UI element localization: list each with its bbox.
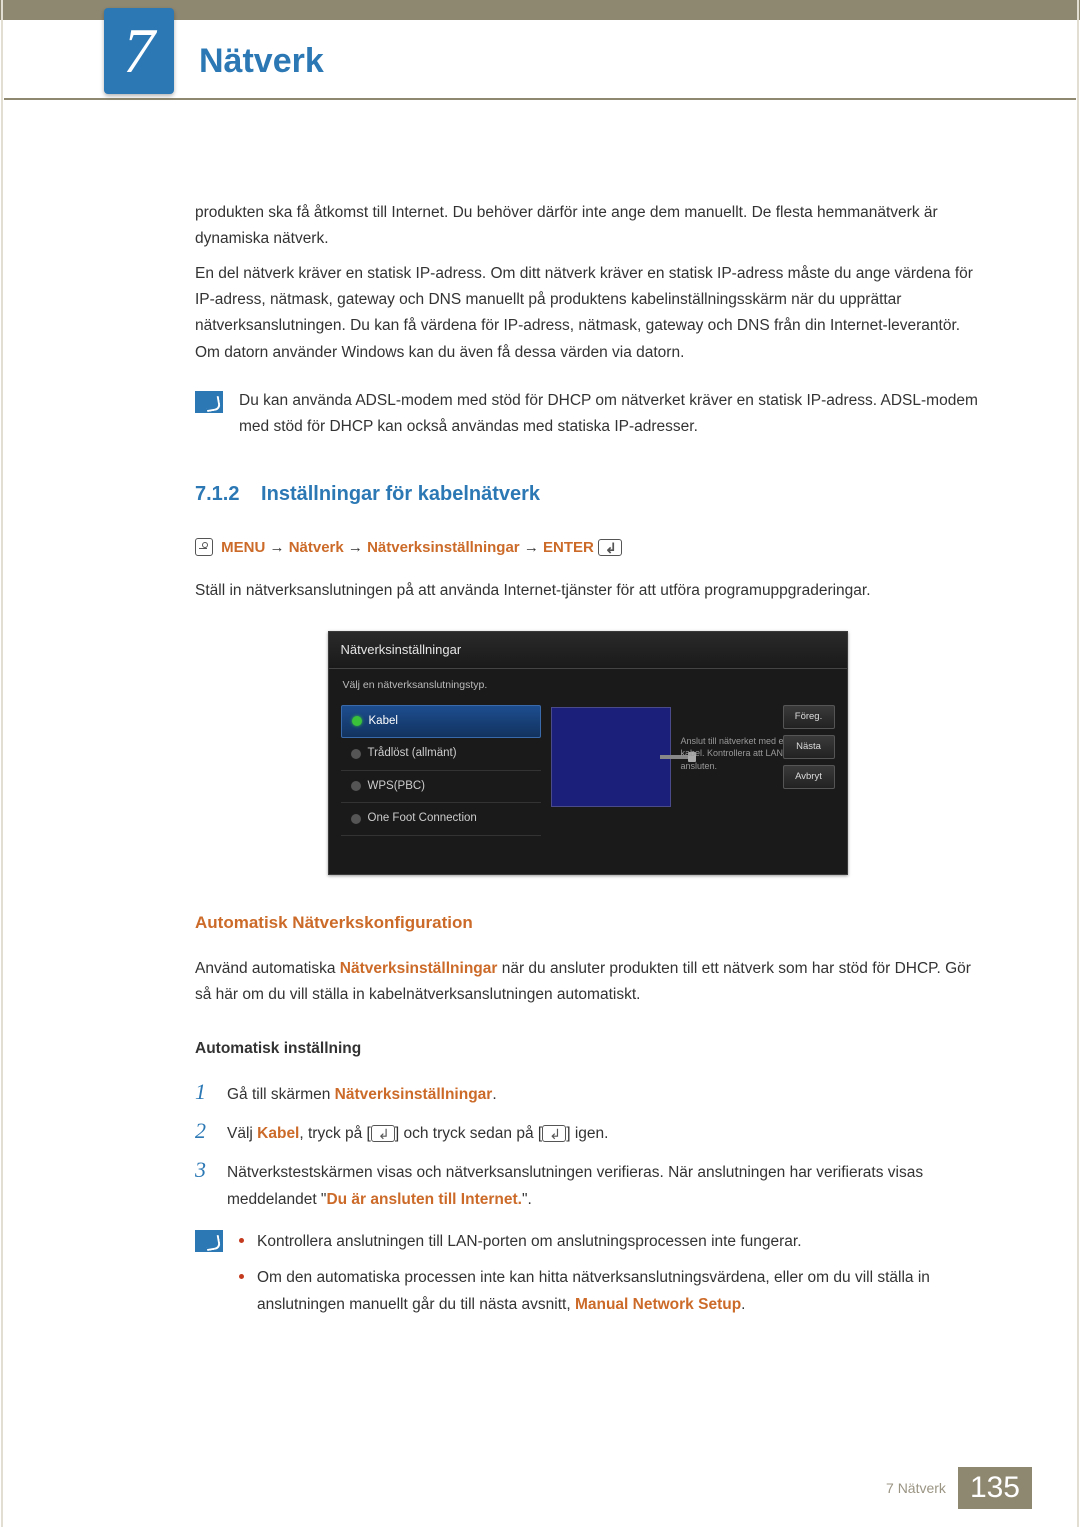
enter-icon xyxy=(598,539,622,556)
footer-label: 7 Nätverk xyxy=(886,1480,946,1496)
next-button[interactable]: Nästa xyxy=(783,735,835,759)
note-block-1: Du kan använda ADSL-modem med stöd för D… xyxy=(195,388,980,441)
enter-label: ENTER xyxy=(543,539,594,556)
radio-icon xyxy=(351,814,361,824)
text: Gå till skärmen xyxy=(227,1086,335,1103)
dialog-buttons: Föreg. Nästa Avbryt xyxy=(783,705,835,795)
radio-icon xyxy=(351,781,361,791)
remote-icon xyxy=(195,538,213,556)
menu-path-1: Nätverk xyxy=(289,539,344,556)
chapter-title: Nätverk xyxy=(199,42,324,81)
option-label: Trådlöst (allmänt) xyxy=(368,744,457,764)
text: . xyxy=(492,1086,496,1103)
note-text-2: Kontrollera anslutningen till LAN-porten… xyxy=(239,1227,980,1328)
option-wps[interactable]: WPS(PBC) xyxy=(341,771,541,804)
option-kabel[interactable]: Kabel xyxy=(341,705,541,739)
text: . xyxy=(741,1296,745,1313)
enter-icon xyxy=(371,1125,395,1142)
section-heading: 7.1.2 Inställningar för kabelnätverk xyxy=(195,477,980,511)
auto-setting-heading: Automatisk inställning xyxy=(195,1036,980,1062)
menu-label: MENU xyxy=(221,539,265,556)
chapter-badge: 7 xyxy=(104,8,174,94)
page-number: 135 xyxy=(958,1467,1032,1509)
radio-icon xyxy=(352,716,362,726)
page-footer: 7 Nätverk 135 xyxy=(886,1467,1032,1509)
section-body: Ställ in nätverksanslutningen på att anv… xyxy=(195,578,980,604)
bullet-2: Om den automatiska processen inte kan hi… xyxy=(239,1265,980,1318)
step-1: 1 Gå till skärmen Nätverksinställningar. xyxy=(195,1079,980,1108)
text: , tryck på [ xyxy=(299,1125,371,1142)
connection-type-list: Kabel Trådlöst (allmänt) WPS(PBC) One Fo… xyxy=(341,705,541,836)
section-number: 7.1.2 xyxy=(195,483,239,505)
chapter-number: 7 xyxy=(123,14,155,88)
auto-config-heading: Automatisk Nätverkskonfiguration xyxy=(195,909,980,938)
option-onefoot[interactable]: One Foot Connection xyxy=(341,803,541,836)
arrow-icon: → xyxy=(524,539,539,556)
enter-icon xyxy=(542,1125,566,1142)
note-block-2: Kontrollera anslutningen till LAN-porten… xyxy=(195,1227,980,1328)
note-icon xyxy=(195,391,223,413)
prev-button[interactable]: Föreg. xyxy=(783,705,835,729)
step-2: 2 Välj Kabel, tryck på [ ] och tryck seda… xyxy=(195,1118,980,1147)
highlight: Nätverksinställningar xyxy=(340,960,498,977)
chapter-header: 7 Nätverk xyxy=(4,0,1076,100)
arrow-icon: → xyxy=(270,539,285,556)
step-number: 1 xyxy=(195,1079,213,1105)
step-body: Gå till skärmen Nätverksinställningar. xyxy=(227,1079,980,1108)
menu-path: MENU → Nätverk → Nätverksinställningar →… xyxy=(195,535,980,561)
text: ] igen. xyxy=(566,1125,608,1142)
radio-icon xyxy=(351,749,361,759)
step-number: 3 xyxy=(195,1157,213,1183)
bullet-1: Kontrollera anslutningen till LAN-porten… xyxy=(239,1229,980,1255)
cancel-button[interactable]: Avbryt xyxy=(783,765,835,789)
arrow-icon: → xyxy=(348,539,363,556)
text: Använd automatiska xyxy=(195,960,340,977)
dialog-right: Föreg. Nästa Avbryt Anslut till nätverke… xyxy=(681,705,835,836)
text: Välj xyxy=(227,1125,257,1142)
dialog-subtitle: Välj en nätverksanslutningstyp. xyxy=(329,669,847,705)
auto-config-para: Använd automatiska Nätverksinställningar… xyxy=(195,956,980,1009)
side-line-left xyxy=(1,0,3,1527)
preview-box xyxy=(551,707,671,807)
page: 7 Nätverk produkten ska få åtkomst till … xyxy=(0,0,1080,1527)
intro-para-2: En del nätverk kräver en statisk IP-adre… xyxy=(195,261,980,366)
option-label: Kabel xyxy=(369,712,398,732)
dialog-title: Nätverksinställningar xyxy=(329,632,847,669)
settings-dialog: Nätverksinställningar Välj en nätverksan… xyxy=(328,631,848,875)
option-label: One Foot Connection xyxy=(368,809,477,829)
text: ". xyxy=(522,1191,532,1208)
menu-path-2: Nätverksinställningar xyxy=(367,539,520,556)
section-title: Inställningar för kabelnätverk xyxy=(261,483,540,505)
highlight: Nätverksinställningar xyxy=(335,1086,493,1103)
step-body: Välj Kabel, tryck på [ ] och tryck sedan … xyxy=(227,1118,980,1147)
highlight: Kabel xyxy=(257,1125,299,1142)
note-icon xyxy=(195,1230,223,1252)
content: produkten ska få åtkomst till Internet. … xyxy=(0,100,1080,1328)
option-wireless[interactable]: Trådlöst (allmänt) xyxy=(341,738,541,771)
highlight: Du är ansluten till Internet. xyxy=(326,1191,522,1208)
step-number: 2 xyxy=(195,1118,213,1144)
step-body: Nätverkstestskärmen visas och nätverksan… xyxy=(227,1157,980,1213)
intro-para-1: produkten ska få åtkomst till Internet. … xyxy=(195,200,980,253)
note-bullets: Kontrollera anslutningen till LAN-porten… xyxy=(239,1229,980,1318)
side-line-right xyxy=(1077,0,1079,1527)
steps-list: 1 Gå till skärmen Nätverksinställningar.… xyxy=(195,1079,980,1213)
option-label: WPS(PBC) xyxy=(368,777,426,797)
dialog-body: Kabel Trådlöst (allmänt) WPS(PBC) One Fo… xyxy=(329,705,847,874)
text: ] och tryck sedan på [ xyxy=(395,1125,542,1142)
note-text-1: Du kan använda ADSL-modem med stöd för D… xyxy=(239,388,980,441)
highlight: Manual Network Setup xyxy=(575,1296,741,1313)
step-3: 3 Nätverkstestskärmen visas och nätverks… xyxy=(195,1157,980,1213)
